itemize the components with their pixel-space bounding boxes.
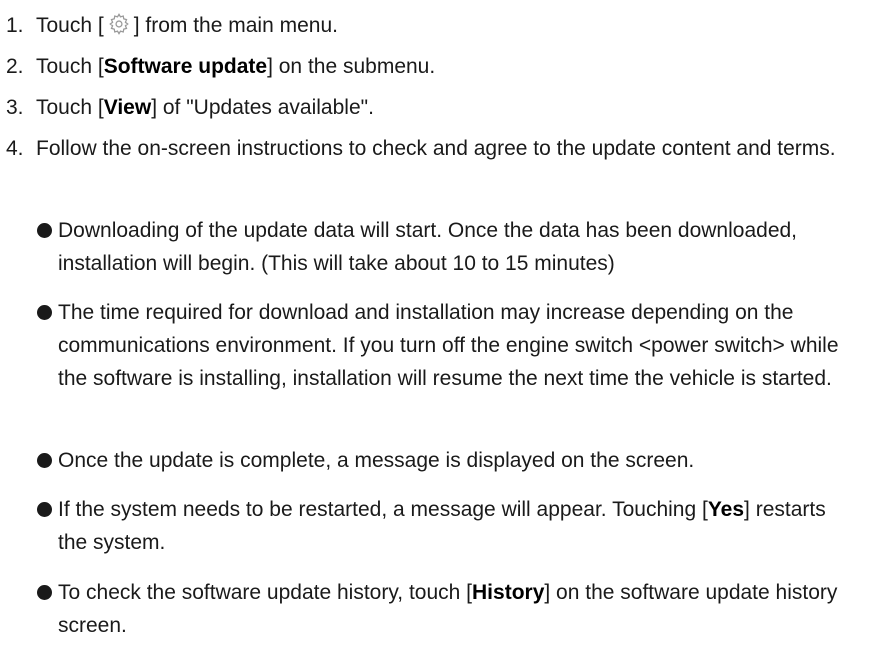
- step-text: Touch [Software update] on the submenu.: [36, 50, 866, 83]
- bullet-text: Once the update is complete, a message i…: [58, 449, 695, 472]
- bullet-text: To check the software update history, to…: [58, 576, 848, 642]
- bullet-dot: [37, 585, 52, 600]
- instruction-document: 1. Touch [ ] from the main menu. 2. Touch…: [0, 0, 892, 652]
- step-text-pre: Touch [: [36, 14, 104, 37]
- step-text: Touch [View] of "Updates available".: [36, 91, 866, 124]
- yes-label: Yes: [707, 498, 745, 521]
- bullet-text: If the system needs to be restarted, a m…: [58, 493, 848, 559]
- bullet-dot: [37, 453, 52, 468]
- bullet-text-pre: To check the software update history, to…: [58, 581, 473, 604]
- step-number: 2.: [6, 55, 24, 78]
- bullet-dot: [37, 502, 52, 517]
- step-text-pre: Touch [: [36, 55, 104, 78]
- step-text-post: ] of "Updates available".: [151, 96, 374, 119]
- step-text-post: ] on the submenu.: [267, 55, 436, 78]
- step-text: Touch [ ] from the main menu.: [36, 9, 866, 42]
- history-label: History: [472, 581, 545, 604]
- gear-icon: [108, 13, 129, 35]
- bullet-dot: [37, 305, 52, 320]
- step-number: 4.: [6, 137, 24, 160]
- bullet-dot: [37, 223, 52, 238]
- bullet-text: The time required for download and insta…: [58, 301, 839, 390]
- bullet-text-pre: If the system needs to be restarted, a m…: [58, 498, 708, 521]
- step-number: 3.: [6, 96, 24, 119]
- step-text-pre: Touch [: [36, 96, 104, 119]
- step-text: Follow the on-screen instructions to che…: [36, 137, 836, 160]
- bullet-text: Downloading of the update data will star…: [58, 219, 798, 275]
- step-text-post: ] from the main menu.: [133, 14, 338, 37]
- view-label: View: [103, 96, 152, 119]
- step-number: 1.: [6, 14, 24, 37]
- software-update-label: Software update: [103, 55, 268, 78]
